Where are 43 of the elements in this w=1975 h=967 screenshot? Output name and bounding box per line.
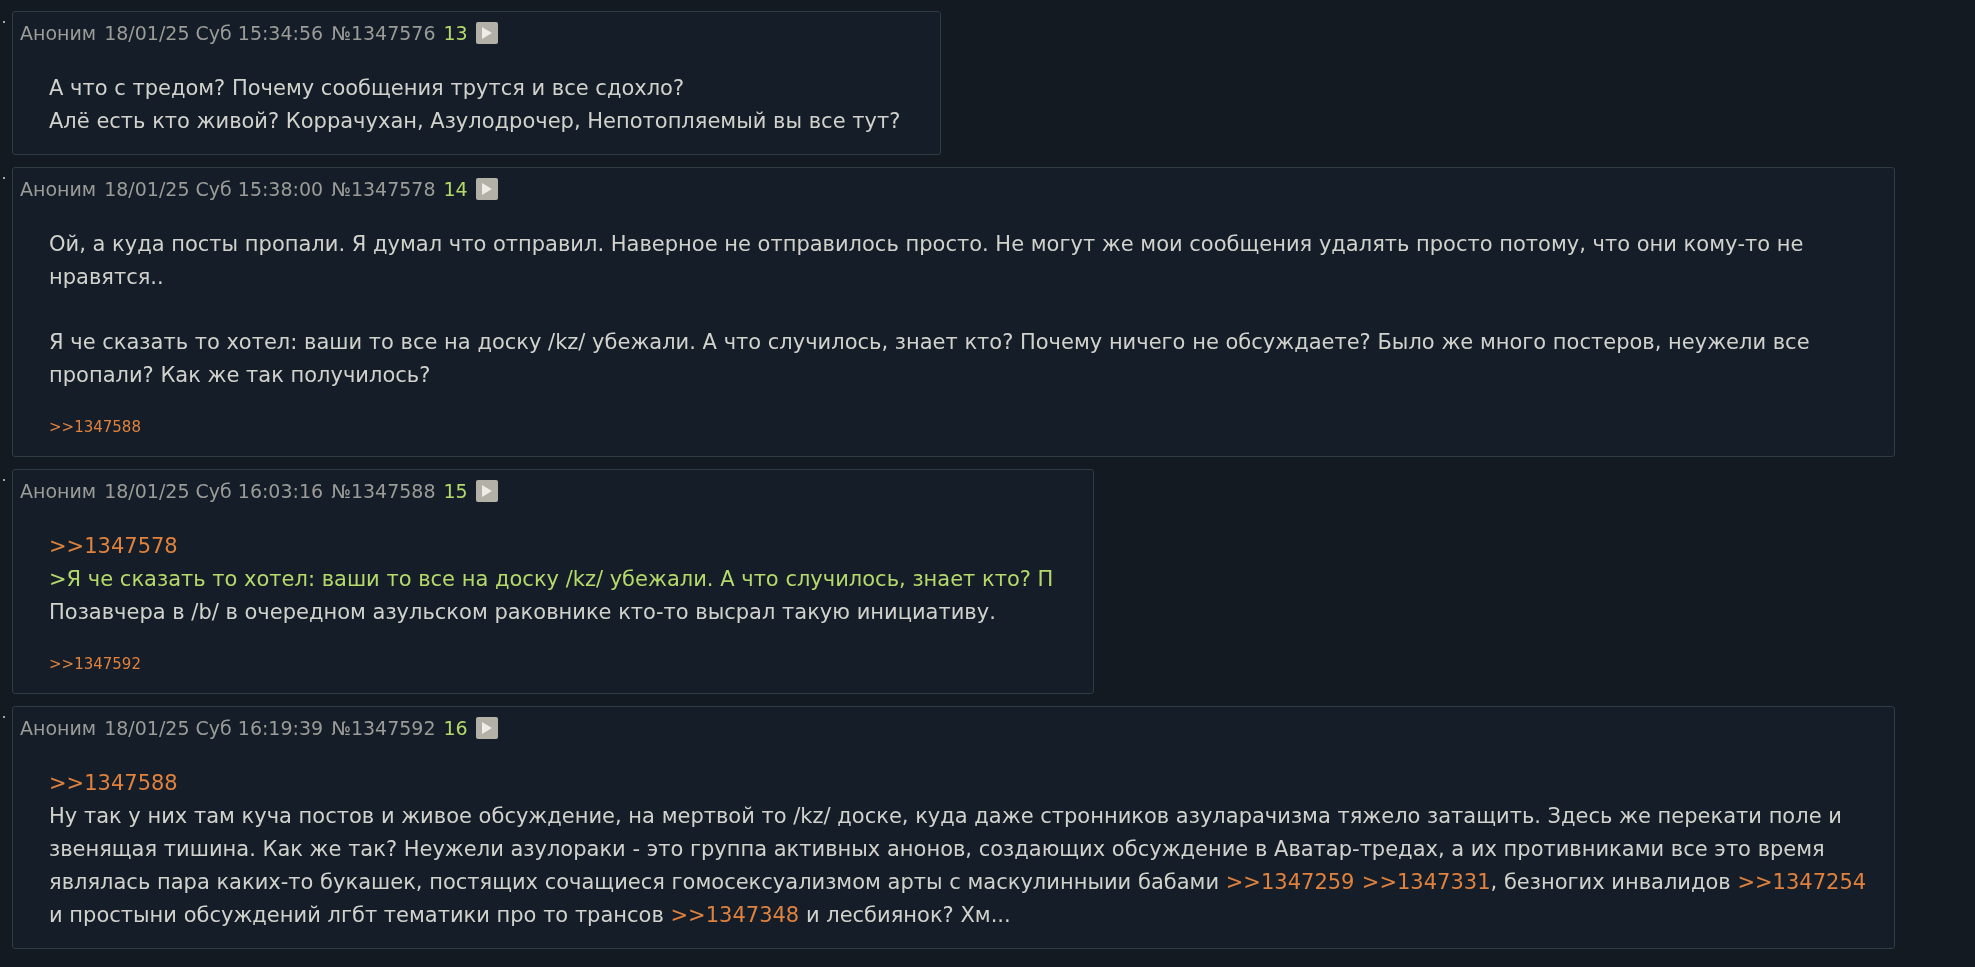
reply-link[interactable]: >>1347588: [49, 418, 141, 436]
play-icon: [481, 27, 492, 39]
post-text: звенящая тишина. Как же так? Неужели азулораки - это группа активных анонов, создающих обсуждение в Аватар-тредах, а их противниками все это время: [49, 836, 1826, 863]
poster-name: Аноним: [20, 480, 97, 502]
post-text: Ой, а куда посты пропали. Я думал что отправил. Наверное не отправилось просто. Не могут же мои сообщения удалять просто потому, что они кому-то не: [49, 231, 1805, 258]
post-link[interactable]: >>1347254: [1737, 870, 1867, 894]
play-icon: [481, 722, 492, 734]
post-date: 18/01/25 Суб 16:03:16: [104, 480, 324, 502]
poster-name: Аноним: [20, 178, 97, 200]
post-link[interactable]: >>1347259: [1225, 870, 1355, 894]
post-date: 18/01/25 Суб 15:38:00: [104, 178, 324, 200]
play-button[interactable]: [475, 178, 498, 200]
post-text: и простыни обсуждений лгбт тематики про то трансов >>1347348 и лесбиянок? Хм...: [49, 902, 1012, 929]
post-text: Позавчера в /b/ в очередном азульском раковнике кто-то высрал такую инициативу.: [49, 599, 997, 626]
post-text: нравятся..: [49, 264, 165, 291]
poster-name: Аноним: [20, 717, 97, 739]
quote-text: >Я че сказать то хотел: ваши то все на доску /kz/ убежали. А что случилось, знает кто? П: [49, 567, 1054, 591]
play-button[interactable]: [475, 480, 498, 502]
post-number[interactable]: №1347592: [331, 717, 436, 739]
post-text: Я че сказать то хотел: ваши то все на доску /kz/ убежали. А что случилось, знает кто? Почему ничего не обсуждаете? Было же много постеров, неужели все: [49, 329, 1811, 356]
post-index: 15: [443, 480, 468, 502]
post-link[interactable]: >>1347588: [49, 771, 178, 795]
poster-name: Аноним: [20, 22, 97, 44]
post-text: А что с тредом? Почему сообщения трутся и все сдохло?: [49, 75, 686, 102]
post-index: 16: [443, 717, 468, 739]
reply-link[interactable]: >>1347592: [49, 655, 141, 673]
post-text: Ну так у них там куча постов и живое обсуждение, на мертвой то /kz/ доске, куда даже стронников азуларачизма тяжело затащить. Здесь же перекати поле и: [49, 803, 1843, 830]
post-index: 14: [443, 178, 468, 200]
post-number[interactable]: №1347578: [331, 178, 436, 200]
post-text: Алё есть кто живой? Коррачухан, Азулодрочер, Непотопляемый вы все тут?: [49, 108, 901, 135]
post-number[interactable]: №1347576: [331, 22, 436, 44]
post-link[interactable]: >>1347578: [49, 534, 178, 558]
post-link[interactable]: >>1347331: [1361, 870, 1491, 894]
play-button[interactable]: [475, 22, 498, 44]
post-text: пропали? Как же так получилось?: [49, 362, 432, 389]
play-icon: [481, 485, 492, 497]
play-button[interactable]: [475, 717, 498, 739]
post-date: 18/01/25 Суб 16:19:39: [104, 717, 324, 739]
post-link[interactable]: >>1347348: [670, 903, 800, 927]
post-index: 13: [443, 22, 468, 44]
post-date: 18/01/25 Суб 15:34:56: [104, 22, 324, 44]
post-number[interactable]: №1347588: [331, 480, 436, 502]
play-icon: [481, 183, 492, 195]
